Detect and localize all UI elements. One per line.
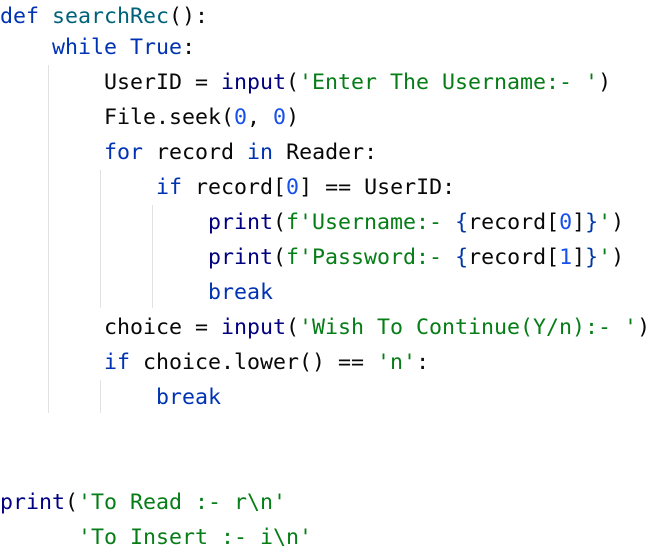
code-line[interactable]: print(f'Username:- {record[0]}') [0,205,624,240]
code-token-bi: input [221,314,287,340]
code-token-plain: : [182,34,196,60]
code-token-bi: print [208,209,274,235]
code-token-plain: ( [273,209,287,235]
code-token-plain: record [143,139,248,165]
code-token-kw: if [104,349,131,375]
code-token-str: ' [598,244,612,270]
code-editor[interactable]: def searchRec(): while True: UserID = in… [0,0,647,550]
code-line[interactable]: break [0,275,273,310]
code-token-br: { [455,209,469,235]
code-token-plain: record[ [468,209,560,235]
code-token-plain: ] [572,209,586,235]
code-token-plain: ( [273,244,287,270]
code-token-kw: break [156,384,222,410]
code-token-fn: searchRec [52,4,170,29]
code-token-br: { [455,244,469,270]
code-token-bi: input [221,69,287,95]
code-line[interactable]: for record in Reader: [0,135,377,170]
code-token-plain: record[ [468,244,560,270]
code-token-num: 0 [273,104,287,130]
code-token-plain: UserID = [0,69,222,95]
code-token-bi: print [208,244,274,270]
code-token-br: } [585,244,599,270]
code-token-num: 0 [234,104,248,130]
code-token-br: } [585,209,599,235]
code-line[interactable]: while True: [0,30,195,65]
code-token-str: 'n' [377,349,417,375]
code-line[interactable]: print('To Read :- r\n' [0,485,286,520]
code-token-plain: ) [598,69,612,95]
code-token-plain: choice.lower() == [130,349,378,375]
code-token-plain: record[ [182,174,287,200]
code-token-plain: ) [286,104,300,130]
code-token-num: 0 [559,209,573,235]
code-token-kw: while [52,34,118,60]
code-token-str: 'To Read :- r\n' [78,489,287,515]
code-line[interactable]: break [0,380,221,415]
code-line[interactable]: choice = input('Wish To Continue(Y/n):- … [0,310,647,345]
code-token-kw: if [156,174,183,200]
code-token-str: 'Enter The Username:- ' [299,69,599,95]
code-token-plain: ) [611,244,625,270]
code-token-kw: in [247,139,274,165]
code-token-plain: : [416,349,430,375]
code-token-str: 'Wish To Continue(Y/n):- ' [299,314,638,340]
code-token-plain: ] == UserID: [299,174,456,200]
code-token-plain: ] [572,244,586,270]
code-token-plain: ) [637,315,647,340]
code-token-str: f'Username:- [286,209,456,235]
code-token-plain: ) [611,209,625,235]
code-line[interactable]: UserID = input('Enter The Username:- ') [0,65,611,100]
code-token-plain: , [247,104,274,130]
code-line[interactable]: print(f'Password:- {record[1]}') [0,240,624,275]
code-token-kw: def [0,4,40,29]
code-token-plain: ( [286,314,300,340]
code-line[interactable]: if choice.lower() == 'n': [0,345,429,380]
code-token-str: ' [598,209,612,235]
code-token-kw: True [130,34,183,60]
code-token-plain: ( [286,69,300,95]
code-line[interactable]: 'To Insert :- i\n' [0,520,312,555]
code-line[interactable]: if record[0] == UserID: [0,170,455,205]
code-token-str: 'To Insert :- i\n' [78,524,313,550]
code-token-plain: Reader: [273,139,378,165]
code-token-plain: (): [169,4,209,29]
code-token-bi: print [0,489,66,515]
code-token-plain: File.seek( [0,104,235,130]
code-token-num: 0 [286,174,300,200]
code-token-str: f'Password:- [286,244,456,270]
code-token-plain: choice = [0,314,222,340]
code-line[interactable]: File.seek(0, 0) [0,100,299,135]
code-token-plain: ( [65,489,79,515]
code-token-num: 1 [559,244,573,270]
code-token-kw: break [208,279,274,305]
code-token-kw: for [104,139,144,165]
